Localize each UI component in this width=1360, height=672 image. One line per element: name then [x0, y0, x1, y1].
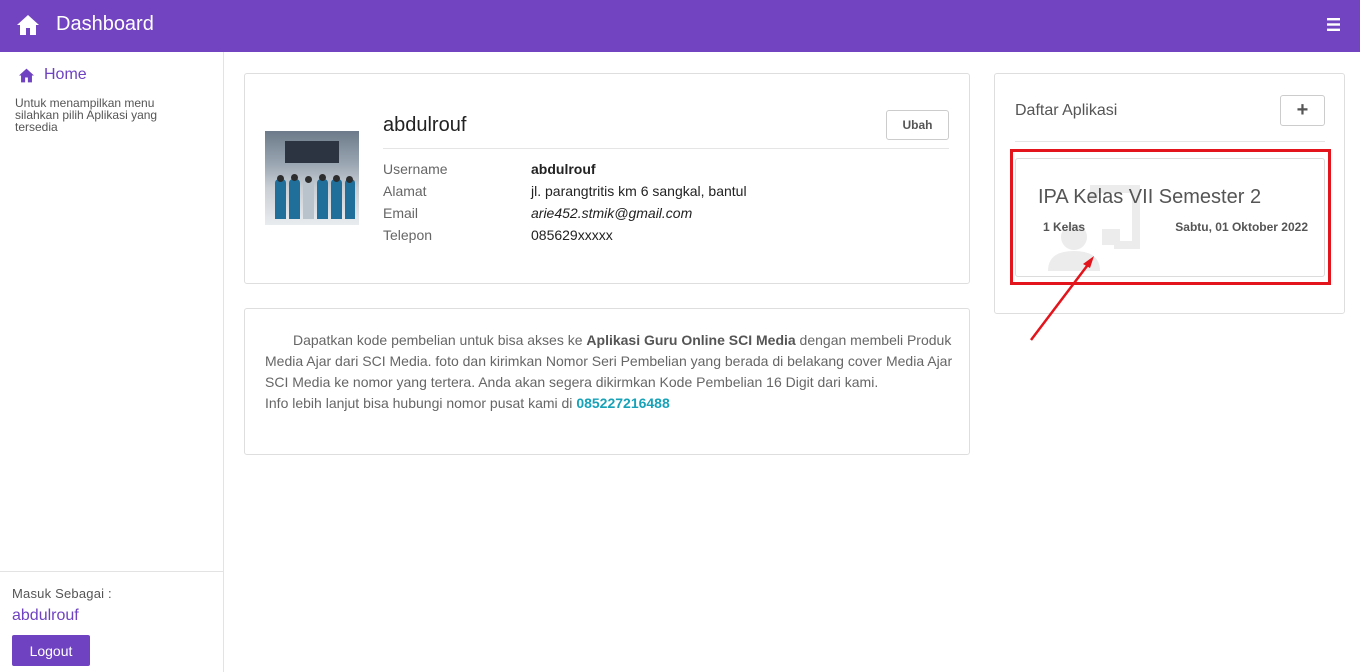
contact-phone-link[interactable]: 085227216488: [576, 395, 669, 411]
hamburger-menu-icon[interactable]: [1327, 18, 1340, 31]
avatar-photo-banner: [285, 141, 339, 163]
info-row-email: Email arie452.stmik@gmail.com: [383, 205, 692, 221]
app-name-highlight: Aplikasi Guru Online SCI Media: [586, 332, 796, 348]
avatar: [265, 131, 359, 225]
sidebar-item-home[interactable]: Home: [18, 66, 87, 84]
field-label: Username: [383, 161, 448, 177]
profile-name: abdulrouf: [383, 114, 467, 136]
app-list-title: Daftar Aplikasi: [1015, 102, 1118, 119]
sidebar: Home Untuk menampilkan menu silahkan pil…: [0, 52, 224, 672]
divider: [383, 148, 949, 149]
navbar-title[interactable]: Dashboard: [56, 13, 154, 36]
profile-card: abdulrouf Ubah Username abdulrouf Alamat…: [244, 73, 970, 284]
current-user: abdulrouf: [12, 607, 79, 624]
field-value: jl. parangtritis km 6 sangkal, bantul: [531, 183, 747, 199]
field-label: Telepon: [383, 227, 433, 243]
sidebar-item-label: Home: [44, 66, 87, 83]
divider: [1015, 141, 1325, 142]
sidebar-hint: Untuk menampilkan menu silahkan pilih Ap…: [15, 96, 158, 134]
app-title: IPA Kelas VII Semester 2: [1038, 186, 1262, 208]
sidebar-user-section: Masuk Sebagai : abdulrouf Logout: [0, 571, 223, 672]
app-class-count: 1 Kelas: [1043, 220, 1086, 234]
app-date: Sabtu, 01 Oktober 2022: [1175, 220, 1308, 234]
field-label: Alamat: [383, 183, 427, 199]
login-as-label: Masuk Sebagai :: [12, 586, 112, 601]
edit-profile-button[interactable]: Ubah: [886, 110, 949, 140]
add-app-button[interactable]: +: [1280, 95, 1325, 126]
field-label: Email: [383, 205, 419, 221]
logout-button[interactable]: Logout: [12, 635, 90, 666]
info-row-phone: Telepon 085629xxxxx: [383, 227, 613, 243]
info-row-address: Alamat jl. parangtritis km 6 sangkal, ba…: [383, 183, 747, 199]
purchase-info-card: Dapatkan kode pembelian untuk bisa akses…: [244, 308, 970, 455]
field-value: arie452.stmik@gmail.com: [531, 205, 693, 221]
info-row-username: Username abdulrouf: [383, 161, 596, 177]
field-value: 085629xxxxx: [531, 227, 613, 243]
purchase-info-text: Dapatkan kode pembelian untuk bisa akses…: [265, 332, 953, 411]
field-value: abdulrouf: [531, 161, 596, 177]
top-navbar: Dashboard: [0, 0, 1360, 52]
home-icon: [19, 68, 34, 82]
app-list-card: Daftar Aplikasi + IPA Kelas VII Semester…: [994, 73, 1345, 314]
app-item[interactable]: IPA Kelas VII Semester 2 1 Kelas Sabtu, …: [1015, 158, 1325, 277]
home-icon[interactable]: [16, 14, 40, 36]
